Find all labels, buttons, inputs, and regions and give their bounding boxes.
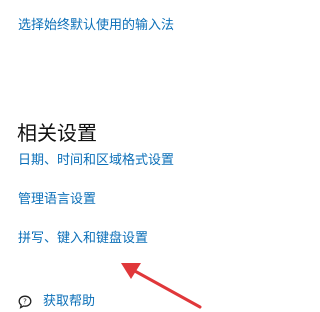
svg-text:?: ?: [23, 298, 27, 306]
help-chat-icon: ?: [18, 295, 32, 309]
get-help-link[interactable]: ? 获取帮助: [18, 292, 95, 312]
manage-language-settings-link[interactable]: 管理语言设置: [18, 192, 96, 208]
date-time-region-settings-link[interactable]: 日期、时间和区域格式设置: [18, 153, 174, 169]
default-input-method-link[interactable]: 选择始终默认使用的输入法: [18, 18, 174, 34]
related-settings-heading: 相关设置: [17, 121, 97, 145]
get-help-label[interactable]: 获取帮助: [43, 294, 95, 310]
spelling-typing-keyboard-settings-link[interactable]: 拼写、键入和键盘设置: [18, 231, 148, 247]
